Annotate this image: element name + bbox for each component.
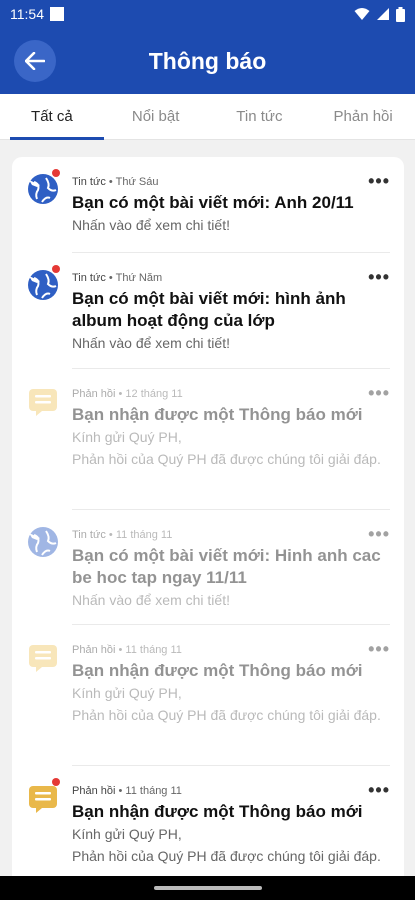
notification-date: Thứ Năm (115, 272, 163, 284)
tab-bar: Tất cả Nổi bật Tin tức Phản hồi (0, 94, 415, 140)
notification-body-line: Nhấn vào để xem chi tiết! (72, 335, 230, 351)
tab-all[interactable]: Tất cả (0, 94, 104, 140)
home-gesture-handle[interactable] (154, 886, 262, 890)
unread-dot (52, 169, 60, 177)
notification-body-line: Kính gửi Quý PH, (72, 685, 182, 701)
notification-body-line: Nhấn vào để xem chi tiết! (72, 217, 230, 233)
notification-category: Phản hồi (72, 388, 116, 400)
notification-category: Tin tức (72, 272, 106, 284)
notification-meta: Tin tức • Thứ Sáu (72, 176, 390, 188)
notification-square-icon (50, 7, 64, 21)
notification-date: 12 tháng 11 (125, 388, 183, 400)
status-bar: 11:54 (0, 0, 415, 28)
globe-icon (28, 270, 58, 300)
wifi-icon (354, 8, 370, 20)
notification-category: Tin tức (72, 176, 106, 188)
tab-news[interactable]: Tin tức (208, 94, 312, 139)
notification-category: Tin tức (72, 529, 106, 541)
notification-meta: Tin tức • 11 tháng 11 (72, 529, 390, 541)
notification-category: Phản hồi (72, 644, 116, 656)
message-icon (29, 786, 57, 813)
arrow-left-icon (25, 52, 45, 70)
notification-meta: Tin tức • Thứ Năm (72, 272, 390, 284)
notification-title: Bạn nhận được một Thông báo mới (72, 802, 363, 821)
more-options-icon[interactable]: ••• (368, 524, 390, 545)
notification-body-line: Phản hồi của Quý PH đã được chúng tôi gi… (72, 707, 381, 723)
notification-meta: Phản hồi • 11 tháng 11 (72, 644, 390, 656)
battery-icon (396, 6, 405, 22)
message-icon (29, 645, 57, 672)
unread-dot (52, 265, 60, 273)
system-nav-bar (0, 876, 415, 900)
notification-title: Bạn có một bài viết mới: Hinh anh cac be… (72, 546, 381, 587)
more-options-icon[interactable]: ••• (368, 171, 390, 192)
notification-date: 11 tháng 11 (125, 785, 182, 797)
unread-dot (52, 778, 60, 786)
notification-item[interactable]: Tin tức • 11 tháng 11 ••• Bạn có một bài… (12, 510, 404, 624)
globe-icon (28, 174, 58, 204)
more-options-icon[interactable]: ••• (368, 780, 390, 801)
notification-item[interactable]: Phản hồi • 11 tháng 11 ••• Bạn nhận được… (12, 625, 404, 765)
meta-separator: • (118, 388, 123, 400)
status-time: 11:54 (10, 6, 44, 22)
notification-body-line: Kính gửi Quý PH, (72, 826, 182, 842)
notification-title: Bạn nhận được một Thông báo mới (72, 661, 363, 680)
notification-body-line: Phản hồi của Quý PH đã được chúng tôi gi… (72, 451, 381, 467)
more-options-icon[interactable]: ••• (368, 639, 390, 660)
notification-item[interactable]: Tin tức • Thứ Năm ••• Bạn có một bài viế… (12, 253, 404, 367)
notification-list: Tin tức • Thứ Sáu ••• Bạn có một bài viế… (12, 157, 404, 897)
tab-featured[interactable]: Nổi bật (104, 94, 208, 139)
tab-feedback[interactable]: Phản hồi (311, 94, 415, 139)
notification-title: Bạn có một bài viết mới: hình ảnh album … (72, 289, 346, 330)
app-bar: Thông báo (0, 28, 415, 94)
more-options-icon[interactable]: ••• (368, 383, 390, 404)
notification-date: 11 tháng 11 (115, 529, 173, 541)
meta-separator: • (108, 176, 113, 188)
signal-icon (377, 8, 389, 20)
notification-date: Thứ Sáu (115, 176, 159, 188)
notification-body-line: Kính gửi Quý PH, (72, 429, 182, 445)
notification-item[interactable]: Phản hồi • 12 tháng 11 ••• Bạn nhận được… (12, 369, 404, 509)
notification-category: Phản hồi (72, 785, 116, 797)
notification-meta: Phản hồi • 12 tháng 11 (72, 388, 390, 400)
notification-body-line: Phản hồi của Quý PH đã được chúng tôi gi… (72, 848, 381, 864)
notification-meta: Phản hồi • 11 tháng 11 (72, 785, 390, 797)
back-button[interactable] (14, 40, 56, 82)
meta-separator: • (118, 785, 123, 797)
notification-title: Bạn nhận được một Thông báo mới (72, 405, 363, 424)
page-title: Thông báo (148, 47, 267, 74)
globe-icon (28, 527, 58, 557)
more-options-icon[interactable]: ••• (368, 267, 390, 288)
notification-date: 11 tháng 11 (125, 644, 182, 656)
meta-separator: • (118, 644, 123, 656)
notification-title: Bạn có một bài viết mới: Anh 20/11 (72, 193, 354, 212)
meta-separator: • (108, 272, 113, 284)
meta-separator: • (108, 529, 113, 541)
notification-item[interactable]: Tin tức • Thứ Sáu ••• Bạn có một bài viế… (12, 157, 404, 252)
message-icon (29, 389, 57, 416)
notification-body-line: Nhấn vào để xem chi tiết! (72, 592, 230, 608)
